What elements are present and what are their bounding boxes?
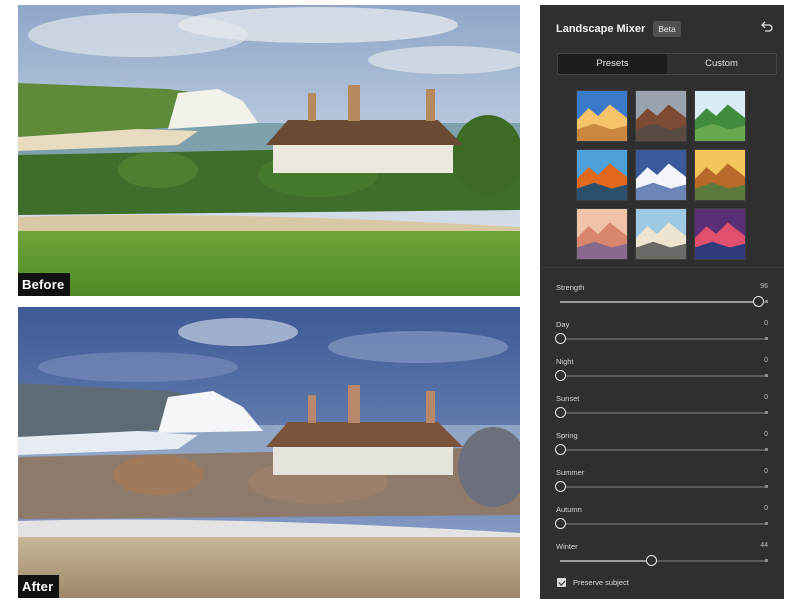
slider-thumb[interactable] (555, 333, 566, 344)
preset-image (577, 91, 627, 141)
slider-label: Spring (556, 431, 578, 440)
preset-image (577, 150, 627, 200)
panel-divider (540, 267, 784, 268)
slider-value: 0 (764, 468, 768, 475)
slider-thumb[interactable] (645, 555, 657, 566)
slider-list: Strength 96 Day 0 Night 0 Sunset 0 Spring 0 Summer… (555, 277, 768, 573)
slider-end-tick (765, 411, 768, 414)
after-label: After (18, 575, 60, 598)
slider-end-tick (765, 485, 768, 488)
slider-fill (560, 301, 758, 303)
preset-image (695, 150, 745, 200)
slider-winter: Winter 44 (556, 536, 768, 573)
preset-thumbnail-golden-canyon[interactable] (694, 149, 746, 201)
before-landscape-image (18, 5, 520, 296)
slider-value: 0 (764, 320, 768, 327)
slider-thumb[interactable] (752, 296, 764, 307)
after-landscape-image (18, 307, 520, 598)
preserve-subject-checkbox[interactable] (557, 578, 566, 587)
slider-value: 0 (764, 431, 768, 438)
slider-thumb[interactable] (555, 518, 566, 529)
slider-sunset: Sunset 0 (555, 388, 768, 425)
slider-label: Summer (556, 468, 585, 477)
before-label: Before (18, 273, 71, 296)
slider-thumb[interactable] (555, 407, 566, 418)
slider-day: Day 0 (555, 314, 768, 351)
preset-thumbnail-desert-canyon[interactable] (576, 90, 628, 142)
preset-thumbnail-pink-mist[interactable] (576, 208, 628, 260)
preset-image (577, 209, 627, 259)
undo-icon[interactable] (760, 20, 774, 34)
slider-track[interactable] (555, 481, 768, 492)
preset-image (636, 91, 686, 141)
preset-grid (576, 90, 748, 260)
slider-end-tick (765, 522, 768, 525)
slider-track[interactable] (560, 296, 768, 307)
slider-thumb[interactable] (555, 370, 566, 381)
slider-end-tick (765, 374, 768, 377)
slider-label: Day (556, 320, 570, 329)
preset-thumbnail-monument-valley[interactable] (635, 90, 687, 142)
slider-label: Strength (556, 283, 585, 292)
slider-track[interactable] (555, 444, 768, 455)
slider-track[interactable] (555, 370, 768, 381)
slider-spring: Spring 0 (555, 425, 768, 462)
preset-thumbnail-sunset-lake[interactable] (576, 149, 628, 201)
slider-end-tick (765, 448, 768, 451)
slider-summer: Summer 0 (555, 462, 768, 499)
preset-thumbnail-coastal-rocks[interactable] (635, 208, 687, 260)
tab-custom[interactable]: Custom (667, 54, 776, 74)
panel-header: Landscape Mixer Beta (556, 18, 774, 40)
slider-strength: Strength 96 (556, 277, 768, 314)
slider-fill (560, 560, 651, 562)
preserve-subject-row[interactable]: Preserve subject (557, 578, 629, 587)
slider-track[interactable] (555, 518, 768, 529)
slider-track[interactable] (560, 555, 768, 566)
slider-value: 44 (760, 542, 768, 549)
preset-thumbnail-green-valley[interactable] (694, 90, 746, 142)
slider-night: Night 0 (555, 351, 768, 388)
slider-end-tick (765, 337, 768, 340)
slider-label: Sunset (556, 394, 580, 403)
tab-presets[interactable]: Presets (558, 54, 667, 74)
slider-value: 0 (764, 505, 768, 512)
slider-value: 0 (764, 357, 768, 364)
preset-image (695, 209, 745, 259)
preserve-subject-label: Preserve subject (573, 578, 629, 587)
preset-image (695, 91, 745, 141)
beta-badge: Beta (653, 21, 681, 37)
mode-tabs: Presets Custom (557, 53, 777, 75)
landscape-mixer-panel: Landscape Mixer Beta Presets Custom Stre… (540, 5, 784, 599)
slider-autumn: Autumn 0 (555, 499, 768, 536)
slider-thumb[interactable] (555, 444, 566, 455)
panel-title: Landscape Mixer (556, 23, 646, 35)
preset-thumbnail-purple-dusk[interactable] (694, 208, 746, 260)
preset-image (636, 209, 686, 259)
slider-end-tick (765, 559, 768, 562)
slider-label: Night (556, 357, 574, 366)
slider-value: 96 (760, 283, 768, 290)
slider-track[interactable] (555, 407, 768, 418)
slider-track[interactable] (555, 333, 768, 344)
after-photo: After (18, 307, 520, 598)
slider-value: 0 (764, 394, 768, 401)
slider-end-tick (765, 300, 768, 303)
preset-image (636, 150, 686, 200)
slider-label: Winter (556, 542, 578, 551)
slider-label: Autumn (556, 505, 582, 514)
slider-thumb[interactable] (555, 481, 566, 492)
preset-thumbnail-snow-mountain[interactable] (635, 149, 687, 201)
before-photo: Before (18, 5, 520, 296)
